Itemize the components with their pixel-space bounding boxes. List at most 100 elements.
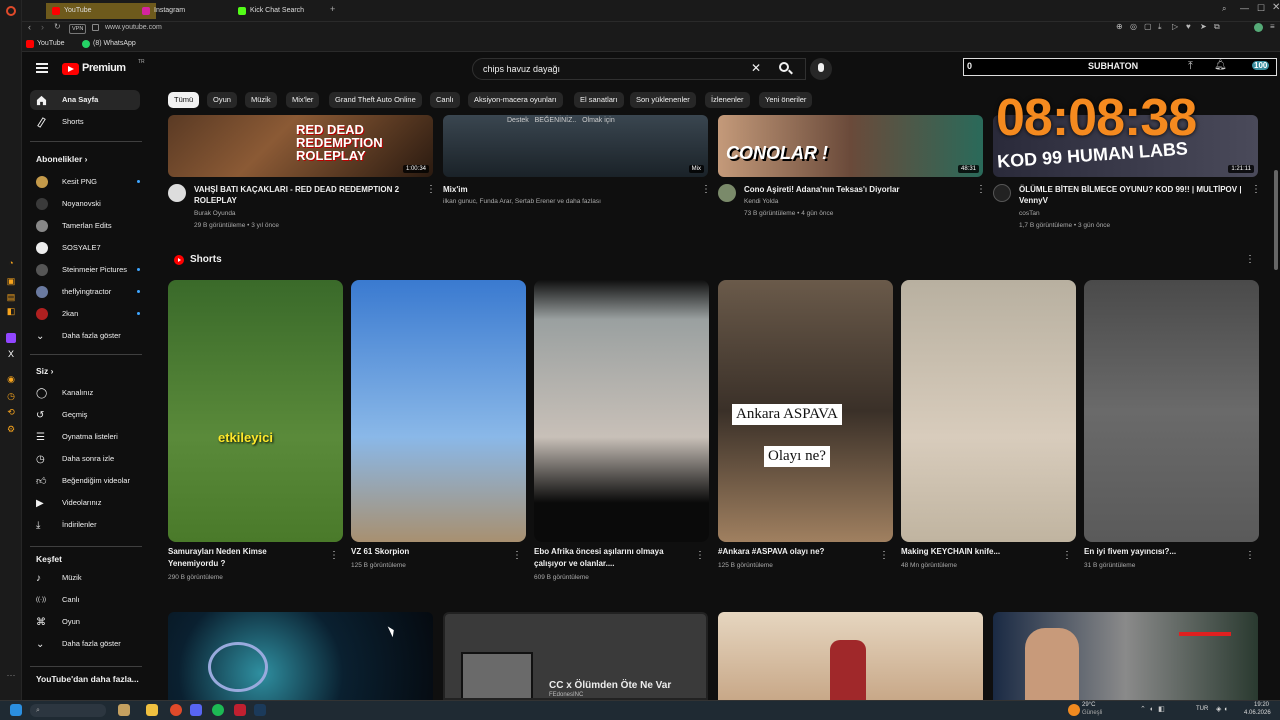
video-thumbnail[interactable]	[718, 612, 983, 700]
url-field[interactable]	[105, 22, 405, 34]
search-tabs-icon[interactable]: ⌕	[1222, 4, 1226, 14]
notifications-icon[interactable]: 🔔︎	[1214, 60, 1227, 71]
clear-search-icon[interactable]: ✕	[751, 61, 761, 75]
channel-name[interactable]: ilkan gunuc, Funda Arar, Sertab Erener v…	[443, 196, 683, 208]
opera-icon[interactable]	[170, 704, 182, 716]
hamburger-menu-icon[interactable]	[36, 63, 48, 73]
short-title[interactable]: VZ 61 Skorpion	[351, 546, 501, 558]
more-options-icon[interactable]: ⋮	[329, 550, 339, 562]
subscriptions-heading[interactable]: Abonelikler ›	[36, 154, 88, 164]
short-thumbnail[interactable]: etkileyici	[168, 280, 343, 542]
upload-icon[interactable]: ⤒	[1188, 60, 1193, 73]
video-title[interactable]: Cono Aşireti! Adana'nın Teksas'ı Diyorla…	[744, 184, 969, 195]
chip-0[interactable]: Tümü	[168, 92, 200, 108]
short-thumbnail[interactable]	[1084, 280, 1259, 542]
maximize-button[interactable]: ☐	[1257, 3, 1265, 14]
camera-icon[interactable]: ◎	[1130, 22, 1137, 31]
sidebar-item-you-1[interactable]: ↺ Geçmiş	[30, 405, 140, 425]
more-options-icon[interactable]: ⋮	[976, 184, 986, 196]
short-title[interactable]: Making KEYCHAIN knife...	[901, 546, 1051, 558]
chip-10[interactable]: Yeni öneriler	[759, 92, 813, 108]
sidebar-item-you-4[interactable]: 👍︎ Beğendiğim videolar	[30, 471, 140, 491]
short-thumbnail[interactable]	[351, 280, 526, 542]
app-icon[interactable]	[234, 704, 246, 716]
sidebar-item-you-0[interactable]: ◯ Kanalınız	[30, 383, 140, 403]
sidebar-item-explore-0[interactable]: ♪ Müzik	[30, 568, 140, 588]
voice-search-button[interactable]	[810, 58, 832, 80]
profile-icon[interactable]	[1254, 23, 1263, 32]
channel-name[interactable]: cosTan	[1019, 208, 1040, 220]
chip-6[interactable]: Aksiyon-macera oyunları	[468, 92, 563, 108]
back-icon[interactable]: ‹	[28, 22, 31, 32]
heart-icon[interactable]: ♥	[1186, 22, 1191, 31]
x-twitter-icon[interactable]: X	[6, 349, 16, 359]
zoom-icon[interactable]: ⊕	[1116, 22, 1123, 31]
sidebar-sub-2[interactable]: Tamerlan Edits	[30, 216, 140, 236]
chip-2[interactable]: Müzik	[245, 92, 277, 108]
video-thumbnail[interactable]: Destek BEĞENİNİZ.. Olmak için Mix	[443, 115, 708, 177]
windows-start-icon[interactable]	[10, 704, 22, 716]
search-button[interactable]	[772, 58, 800, 80]
sidebar-sub-1[interactable]: Noyanovski	[30, 194, 140, 214]
sidebar-sub-3[interactable]: SOSYALE7	[30, 238, 140, 258]
tab-instagram[interactable]: Instagram	[136, 3, 232, 19]
short-title[interactable]: Samurayları Neden Kimse Yenemiyordu ?	[168, 546, 318, 570]
taskbar-app-icon[interactable]	[118, 704, 130, 716]
more-icon[interactable]: ···	[6, 670, 16, 680]
extension-icon[interactable]: ◧	[6, 306, 16, 316]
steam-icon[interactable]	[254, 704, 266, 716]
sidebar-item-you-3[interactable]: ◷ Daha sonra izle	[30, 449, 140, 469]
tab-kick-chat-search[interactable]: Kick Chat Search	[232, 3, 328, 19]
close-window-button[interactable]: ✕	[1272, 2, 1280, 13]
extension-icon[interactable]: ▤	[6, 292, 16, 302]
channel-avatar[interactable]	[993, 184, 1011, 202]
sidebar-item-you-2[interactable]: ☰ Oynatma listeleri	[30, 427, 140, 447]
sidebar-sub-0[interactable]: Kesit PNG	[30, 172, 140, 192]
chip-4[interactable]: Grand Theft Auto Online	[329, 92, 422, 108]
short-thumbnail[interactable]: Ankara ASPAVA Olayı ne?	[718, 280, 893, 542]
chip-7[interactable]: El sanatları	[574, 92, 624, 108]
clock-date[interactable]: 4.06.2026	[1244, 710, 1271, 716]
video-title[interactable]: VAHŞİ BATI KAÇAKLARI - RED DEAD REDEMPTI…	[194, 184, 419, 206]
search-input[interactable]	[483, 59, 743, 79]
video-title[interactable]: ÖLÜMLE BİTEN BİLMECE OYUNU? KOD 99!! | M…	[1019, 184, 1247, 206]
extension-icon[interactable]: ⟲	[6, 407, 16, 417]
forward-icon[interactable]: ›	[41, 22, 44, 32]
you-heading[interactable]: Siz ›	[36, 366, 54, 376]
sidebar-item-explore-3[interactable]: ⌄ Daha fazla göster	[30, 634, 140, 654]
opera-logo-icon[interactable]	[6, 6, 16, 16]
shorts-more-options-icon[interactable]: ⋮	[1245, 254, 1255, 266]
network-icon[interactable]: ◈ ◖	[1216, 705, 1228, 713]
sidebar-item-explore-2[interactable]: ⌘ Oyun	[30, 612, 140, 632]
page-scrollbar[interactable]	[1274, 170, 1278, 270]
sidebar-item-shorts[interactable]: Shorts	[30, 112, 140, 132]
twitch-icon[interactable]	[6, 333, 16, 343]
ai-icon[interactable]: ▣	[6, 276, 16, 286]
vpn-badge[interactable]: VPN	[69, 24, 87, 34]
send-icon[interactable]: ➤	[1200, 22, 1207, 31]
channel-avatar[interactable]	[168, 184, 186, 202]
site-info-icon[interactable]	[92, 24, 99, 31]
channel-avatar[interactable]	[718, 184, 736, 202]
short-thumbnail[interactable]	[901, 280, 1076, 542]
tray-icons[interactable]: ⌃◐◧	[1140, 705, 1169, 713]
spotify-icon[interactable]	[212, 704, 224, 716]
sidebar-sub-4[interactable]: Steinmeier Pictures	[30, 260, 140, 280]
more-options-icon[interactable]: ⋮	[1245, 550, 1255, 562]
sidebar-item-you-6[interactable]: ⤓ İndirilenler	[30, 515, 140, 535]
sidebar-item-you-5[interactable]: ▶ Videolarınız	[30, 493, 140, 513]
more-options-icon[interactable]: ⋮	[512, 550, 522, 562]
play-icon[interactable]: ▷	[1172, 22, 1178, 31]
file-explorer-icon[interactable]	[146, 704, 158, 716]
aria-icon[interactable]: ◔	[6, 258, 16, 268]
more-options-icon[interactable]: ⋮	[1251, 184, 1261, 196]
channel-name[interactable]: Kendi Yolda	[744, 196, 778, 208]
history-icon[interactable]: ◷	[6, 391, 16, 401]
video-title[interactable]: Mix'im	[443, 184, 683, 195]
extension-icon[interactable]: ◉	[6, 374, 16, 384]
video-thumbnail[interactable]: RED DEAD REDEMPTION ROLEPLAY 1:00:34	[168, 115, 433, 177]
video-thumbnail[interactable]: CONOLAR ! 48:31	[718, 115, 983, 177]
chip-9[interactable]: İzlenenler	[705, 92, 750, 108]
short-title[interactable]: #Ankara #ASPAVA olayı ne?	[718, 546, 868, 558]
clock-time[interactable]: 19:20	[1254, 702, 1269, 708]
